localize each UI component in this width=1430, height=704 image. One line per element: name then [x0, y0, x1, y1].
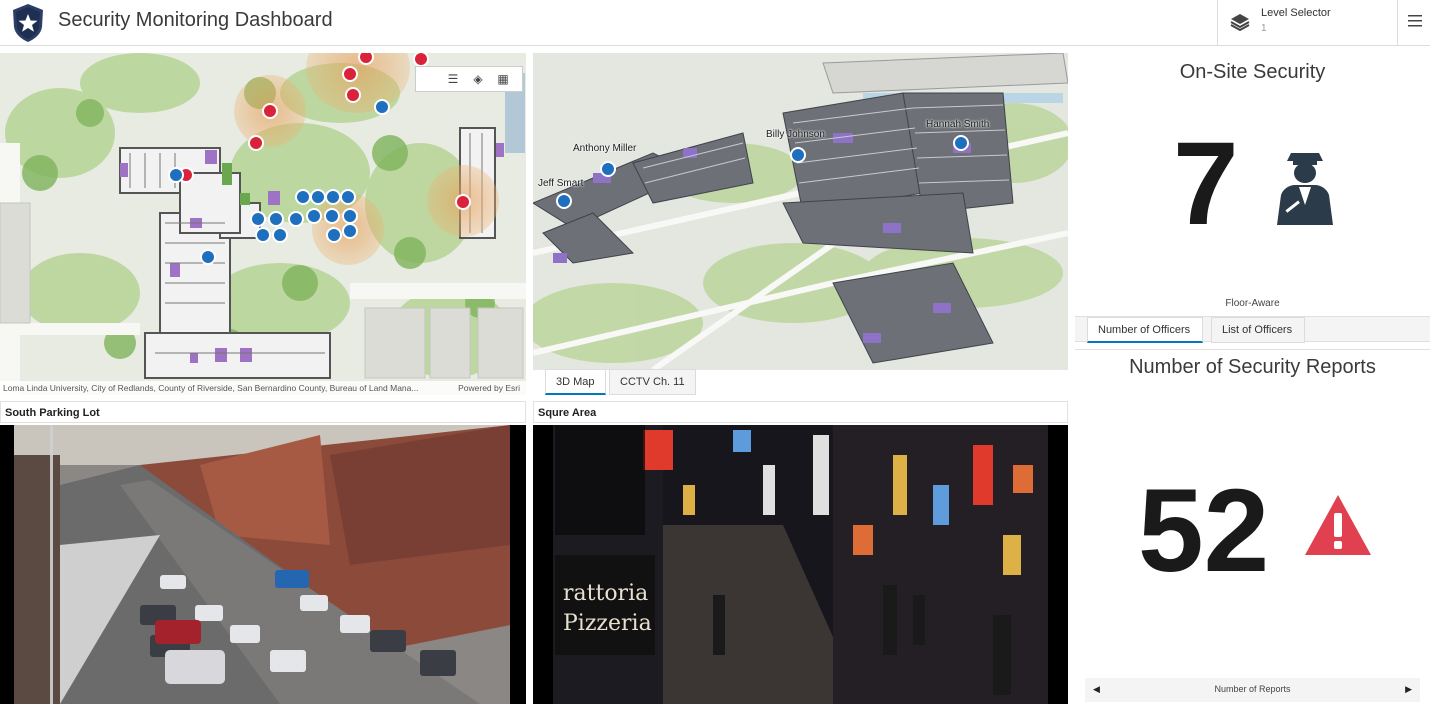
cctv-feed-south-parking-lot[interactable]: [0, 425, 526, 704]
app-header: Security Monitoring Dashboard Level Sele…: [0, 0, 1430, 46]
officer-name-label: Hannah Smith: [926, 119, 990, 130]
next-arrow-icon[interactable]: ▶: [1405, 684, 1412, 695]
officer-marker[interactable]: [342, 223, 358, 239]
officer-marker[interactable]: [272, 227, 288, 243]
cctv-feed-square-area[interactable]: rattoria Pizzeria: [533, 425, 1068, 704]
onsite-security-card: On-Site Security 7 Floor-Aware: [1075, 53, 1430, 315]
map-view-tabs: 3D Map CCTV Ch. 11: [545, 369, 745, 395]
security-report-marker[interactable]: [455, 194, 471, 210]
security-report-count: 52: [1138, 465, 1270, 597]
officer-marker[interactable]: [288, 211, 304, 227]
officer-marker[interactable]: [325, 189, 341, 205]
onsite-security-title: On-Site Security: [1179, 61, 1326, 83]
tab-list-of-officers[interactable]: List of Officers: [1211, 317, 1305, 343]
map-attribution-bar: Loma Linda University, City of Redlands,…: [0, 381, 526, 395]
level-selector-value: 1: [1261, 23, 1267, 34]
officer-marker[interactable]: [306, 208, 322, 224]
tab-3d-map[interactable]: 3D Map: [545, 369, 606, 395]
page-title: Security Monitoring Dashboard: [58, 9, 333, 31]
map-3d-scene: [533, 53, 1068, 370]
onsite-officer-count: 7: [1173, 118, 1239, 250]
svg-text:rattoria: rattoria: [563, 581, 648, 606]
officer-marker[interactable]: [600, 161, 616, 177]
level-selector-label: Level Selector: [1261, 7, 1331, 19]
tab-number-of-officers[interactable]: Number of Officers: [1087, 317, 1203, 343]
officer-name-label: Anthony Miller: [573, 143, 637, 154]
officer-marker[interactable]: [255, 227, 271, 243]
police-officer-icon: [1277, 153, 1333, 225]
officer-marker[interactable]: [310, 189, 326, 205]
security-report-marker[interactable]: [345, 87, 361, 103]
security-reports-title: Number of Security Reports: [1129, 356, 1376, 378]
level-selector[interactable]: Level Selector 1: [1217, 0, 1398, 46]
officer-marker[interactable]: [250, 211, 266, 227]
hamburger-menu-icon[interactable]: [1407, 14, 1423, 28]
security-report-marker[interactable]: [262, 103, 278, 119]
map-attribution: Loma Linda University, City of Redlands,…: [3, 383, 419, 393]
officer-marker[interactable]: [268, 211, 284, 227]
night-street-scene-image: rattoria Pizzeria: [533, 425, 1068, 704]
security-report-marker[interactable]: [248, 135, 264, 151]
camera-title-south-parking-lot: South Parking Lot: [0, 401, 526, 423]
floor-aware-label: Floor-Aware: [1225, 298, 1280, 309]
layers-icon: [1230, 14, 1250, 32]
svg-text:Pizzeria: Pizzeria: [563, 611, 652, 636]
officer-marker[interactable]: [326, 227, 342, 243]
camera-title-square-area: Squre Area: [533, 401, 1068, 423]
street-scene-image: [0, 425, 526, 704]
reports-footer-bar: ◀ Number of Reports ▶: [1085, 678, 1420, 702]
warning-triangle-icon: [1305, 495, 1371, 555]
officer-marker[interactable]: [340, 189, 356, 205]
officer-marker[interactable]: [324, 208, 340, 224]
officer-marker[interactable]: [556, 193, 572, 209]
campus-3d-map[interactable]: Anthony Miller Billy Johnson Hannah Smit…: [533, 53, 1068, 370]
officer-view-tabs: Number of Officers List of Officers: [1075, 316, 1430, 343]
officer-marker[interactable]: [200, 249, 216, 265]
map-toolbar: ☰ ◈ ▦: [415, 66, 523, 92]
officer-marker[interactable]: [790, 147, 806, 163]
officer-marker[interactable]: [168, 167, 184, 183]
officer-name-label: Jeff Smart: [538, 178, 584, 189]
officer-name-label: Billy Johnson: [766, 129, 825, 140]
basemap-gallery-icon[interactable]: ▦: [496, 72, 510, 86]
officer-marker[interactable]: [374, 99, 390, 115]
security-reports-card: Number of Security Reports 52 ◀ Number o…: [1075, 349, 1430, 704]
campus-2d-map[interactable]: ☰ ◈ ▦ Loma Linda University, City of Red…: [0, 53, 526, 395]
officer-marker[interactable]: [342, 208, 358, 224]
layers-icon[interactable]: ◈: [471, 72, 485, 86]
legend-list-icon[interactable]: ☰: [446, 72, 460, 86]
security-report-marker[interactable]: [342, 66, 358, 82]
shield-star-logo-icon: [13, 4, 43, 42]
powered-by-esri[interactable]: Powered by Esri: [458, 383, 520, 393]
officer-marker[interactable]: [295, 189, 311, 205]
number-of-reports-label: Number of Reports: [1214, 684, 1291, 694]
officer-marker[interactable]: [953, 135, 969, 151]
tab-cctv-ch-11[interactable]: CCTV Ch. 11: [609, 369, 696, 395]
